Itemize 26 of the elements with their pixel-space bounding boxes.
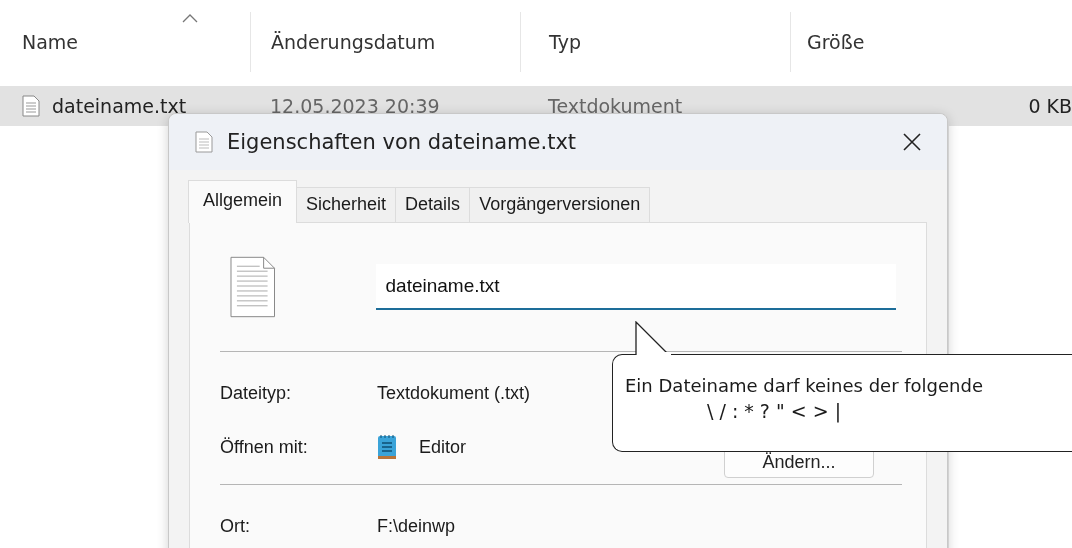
tooltip-text: \ / : * ? " < > |	[707, 400, 843, 422]
window-title: Eigenschaften von dateiname.txt	[227, 130, 578, 154]
column-header[interactable]: Größe	[807, 31, 865, 53]
property-label: Dateityp:	[220, 382, 293, 404]
document-icon	[195, 131, 213, 153]
column-header[interactable]: Änderungsdatum	[271, 31, 436, 53]
file-type: Textdokument	[548, 95, 683, 117]
column-header[interactable]: Typ	[549, 31, 581, 53]
property-label: Öffnen mit:	[220, 436, 309, 458]
property-value: Textdokument (.txt)	[377, 382, 531, 404]
file-name: dateiname.txt	[52, 95, 187, 117]
property-value: Editor	[419, 436, 468, 458]
document-icon	[22, 95, 40, 117]
tab[interactable]: Allgemein	[188, 180, 298, 223]
tooltip-text: Ein Dateiname darf keines der folgende	[625, 375, 985, 396]
property-value: F:\deinwp	[377, 515, 456, 537]
notepad-icon	[377, 434, 397, 460]
tab[interactable]: Vorgängerversionen	[469, 187, 651, 222]
file-size: 0 KB	[1028, 95, 1072, 117]
property-label: Ort:	[220, 515, 251, 537]
sort-caret-icon	[182, 14, 198, 23]
modified-date: 12.05.2023 20:39	[270, 95, 440, 117]
file-name-field[interactable]: dateiname.txt	[375, 264, 896, 310]
document-icon	[230, 256, 276, 318]
column-header[interactable]: Name	[22, 31, 79, 53]
close-icon[interactable]	[903, 133, 921, 151]
